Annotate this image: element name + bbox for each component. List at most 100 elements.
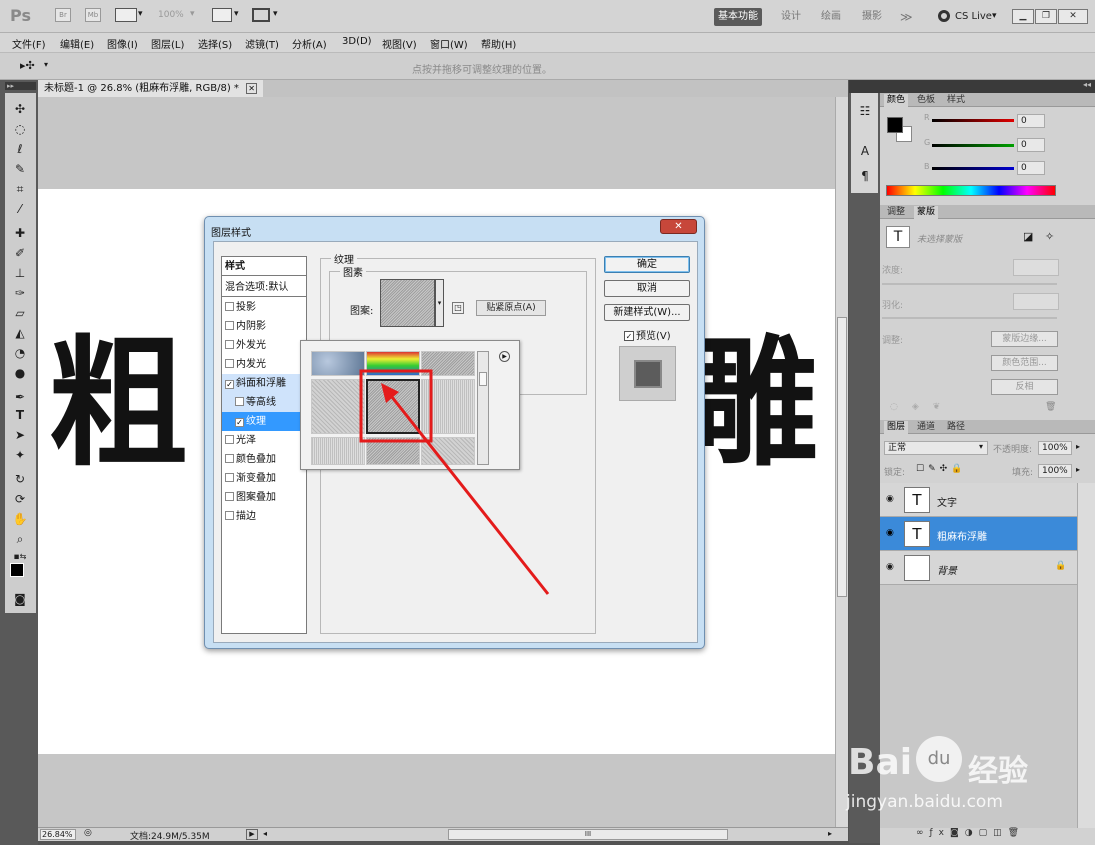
- menu-file[interactable]: 文件(F): [12, 36, 46, 51]
- checkbox[interactable]: [225, 340, 234, 349]
- history-panel-icon[interactable]: ☷: [856, 103, 874, 119]
- menu-layer[interactable]: 图层(L): [151, 36, 184, 51]
- close-tab-icon[interactable]: ✕: [246, 83, 258, 94]
- workspace-essentials[interactable]: 基本功能: [714, 8, 762, 26]
- checkbox[interactable]: [225, 302, 234, 311]
- blur-tool-icon[interactable]: ◔: [11, 345, 29, 361]
- minibridge-icon[interactable]: Mb: [85, 8, 101, 22]
- opacity-field[interactable]: 100%: [1038, 441, 1072, 455]
- pattern-preview[interactable]: [380, 279, 435, 327]
- tab-paths[interactable]: 路径: [944, 421, 968, 434]
- type-tool-icon[interactable]: T: [11, 407, 29, 423]
- checkbox[interactable]: [225, 454, 234, 463]
- zoom-tool-icon[interactable]: ⌕: [11, 531, 29, 547]
- opacity-arrow-icon[interactable]: ▸: [1076, 442, 1080, 451]
- menu-select[interactable]: 选择(S): [198, 36, 232, 51]
- path-select-tool-icon[interactable]: ➤: [11, 427, 29, 443]
- horizontal-scroll-thumb[interactable]: III: [448, 829, 728, 840]
- stamp-tool-icon[interactable]: ⊥: [11, 265, 29, 281]
- foreground-color-swatch[interactable]: [10, 563, 24, 577]
- snap-origin-button[interactable]: 贴紧原点(A): [476, 300, 546, 316]
- style-item-gradient-overlay[interactable]: 渐变叠加: [222, 469, 306, 488]
- style-list-header[interactable]: 样式: [222, 257, 306, 276]
- eye-icon[interactable]: ◉: [886, 528, 894, 538]
- restore-button[interactable]: ❐: [1035, 9, 1057, 24]
- bridge-icon[interactable]: Br: [55, 8, 71, 22]
- eyedropper-tool-icon[interactable]: ⁄: [11, 201, 29, 217]
- marquee-tool-icon[interactable]: ◌: [11, 121, 29, 137]
- lasso-tool-icon[interactable]: ℓ: [11, 141, 29, 157]
- minimize-button[interactable]: ▁: [1012, 9, 1034, 24]
- dialog-close-button[interactable]: ✕: [660, 219, 697, 234]
- style-item-inner-shadow[interactable]: 内阴影: [222, 317, 306, 336]
- color-fg-swatch[interactable]: [887, 117, 903, 133]
- layers-scrollbar[interactable]: [1077, 483, 1095, 828]
- scroll-left-icon[interactable]: ◂: [263, 829, 267, 838]
- color-spectrum-bar[interactable]: [886, 185, 1056, 196]
- status-menu-icon[interactable]: ▶: [246, 829, 258, 840]
- mask-delete-icon[interactable]: 🗑: [1045, 402, 1056, 412]
- pattern-swatch-paper[interactable]: [421, 379, 475, 434]
- move-tool-icon[interactable]: ✣: [11, 101, 29, 117]
- tab-channels[interactable]: 通道: [914, 421, 938, 434]
- cslive-button[interactable]: CS Live: [955, 11, 992, 22]
- style-item-texture[interactable]: ✓ 纹理: [222, 412, 306, 431]
- character-panel-icon[interactable]: A: [856, 143, 874, 159]
- tab-styles[interactable]: 样式: [944, 94, 968, 107]
- blend-options-item[interactable]: 混合选项:默认: [222, 278, 306, 297]
- fill-arrow-icon[interactable]: ▸: [1076, 465, 1080, 474]
- ok-button[interactable]: 确定: [604, 256, 690, 273]
- layer-row-background[interactable]: ◉ 背景 🔒: [880, 551, 1077, 585]
- new-preset-icon[interactable]: ◳: [452, 302, 464, 314]
- checkbox[interactable]: [225, 435, 234, 444]
- style-item-contour[interactable]: 等高线: [222, 393, 306, 412]
- toolbox-collapse-icon[interactable]: ▸▸: [5, 82, 36, 90]
- shape-tool-icon[interactable]: ✦: [11, 447, 29, 463]
- checkbox[interactable]: ✓: [624, 331, 634, 341]
- workspace-photography[interactable]: 摄影: [858, 8, 886, 26]
- vector-mask-icon[interactable]: ✧: [1045, 230, 1054, 243]
- style-item-stroke[interactable]: 描边: [222, 507, 306, 526]
- dodge-tool-icon[interactable]: ●: [11, 365, 29, 381]
- channel-g-value[interactable]: 0: [1017, 138, 1045, 152]
- pixel-mask-icon[interactable]: ◪: [1023, 230, 1033, 243]
- picker-scrollbar[interactable]: [477, 351, 489, 465]
- scroll-right-icon[interactable]: ▸: [828, 829, 832, 838]
- style-item-satin[interactable]: 光泽: [222, 431, 306, 450]
- tab-adjustments[interactable]: 调整: [884, 206, 908, 219]
- pattern-swatch-selected[interactable]: [366, 379, 420, 434]
- vertical-scrollbar[interactable]: [835, 97, 848, 827]
- pattern-swatch-stucco[interactable]: [311, 379, 365, 434]
- eye-icon[interactable]: ◉: [886, 494, 894, 504]
- checkbox[interactable]: [235, 397, 244, 406]
- mask-edge-button[interactable]: 蒙版边缘...: [991, 331, 1058, 347]
- menu-edit[interactable]: 编辑(E): [60, 36, 94, 51]
- menu-image[interactable]: 图像(I): [107, 36, 138, 51]
- zoom-field[interactable]: 26.84%: [40, 829, 76, 840]
- feather-slider[interactable]: [882, 317, 1057, 319]
- color-range-button[interactable]: 颜色范围...: [991, 355, 1058, 371]
- pattern-swatch-cloth[interactable]: [311, 437, 365, 465]
- checkbox[interactable]: ✓: [225, 380, 234, 389]
- move-tool-preset-icon[interactable]: ▸✣: [20, 59, 35, 72]
- eraser-tool-icon[interactable]: ▱: [11, 305, 29, 321]
- pattern-swatch-crackle[interactable]: [366, 437, 420, 465]
- tab-masks[interactable]: 蒙版: [914, 206, 939, 219]
- quick-mask-icon[interactable]: ◙: [11, 591, 29, 607]
- document-tab[interactable]: 未标题-1 @ 26.8% (粗麻布浮雕, RGB/8) * ✕: [38, 80, 264, 97]
- density-field[interactable]: [1013, 259, 1059, 276]
- menu-analysis[interactable]: 分析(A): [292, 36, 327, 51]
- layers-footer-icons[interactable]: ∞ƒx◙◑▢◫🗑: [916, 828, 1025, 838]
- channel-r-value[interactable]: 0: [1017, 114, 1045, 128]
- scroll-thumb[interactable]: [837, 317, 847, 597]
- style-item-color-overlay[interactable]: 颜色叠加: [222, 450, 306, 469]
- checkbox[interactable]: [225, 492, 234, 501]
- menu-3d[interactable]: 3D(D): [342, 36, 372, 47]
- workspace-painting[interactable]: 绘画: [817, 8, 845, 26]
- mask-footer-icons[interactable]: ◌◈❦: [890, 402, 954, 412]
- style-item-bevel-emboss[interactable]: ✓ 斜面和浮雕: [222, 374, 306, 393]
- style-item-outer-glow[interactable]: 外发光: [222, 336, 306, 355]
- paragraph-panel-icon[interactable]: ¶: [856, 168, 874, 184]
- menu-filter[interactable]: 滤镜(T): [245, 36, 279, 51]
- layer-row-burlap[interactable]: ◉ T 粗麻布浮雕: [880, 517, 1077, 551]
